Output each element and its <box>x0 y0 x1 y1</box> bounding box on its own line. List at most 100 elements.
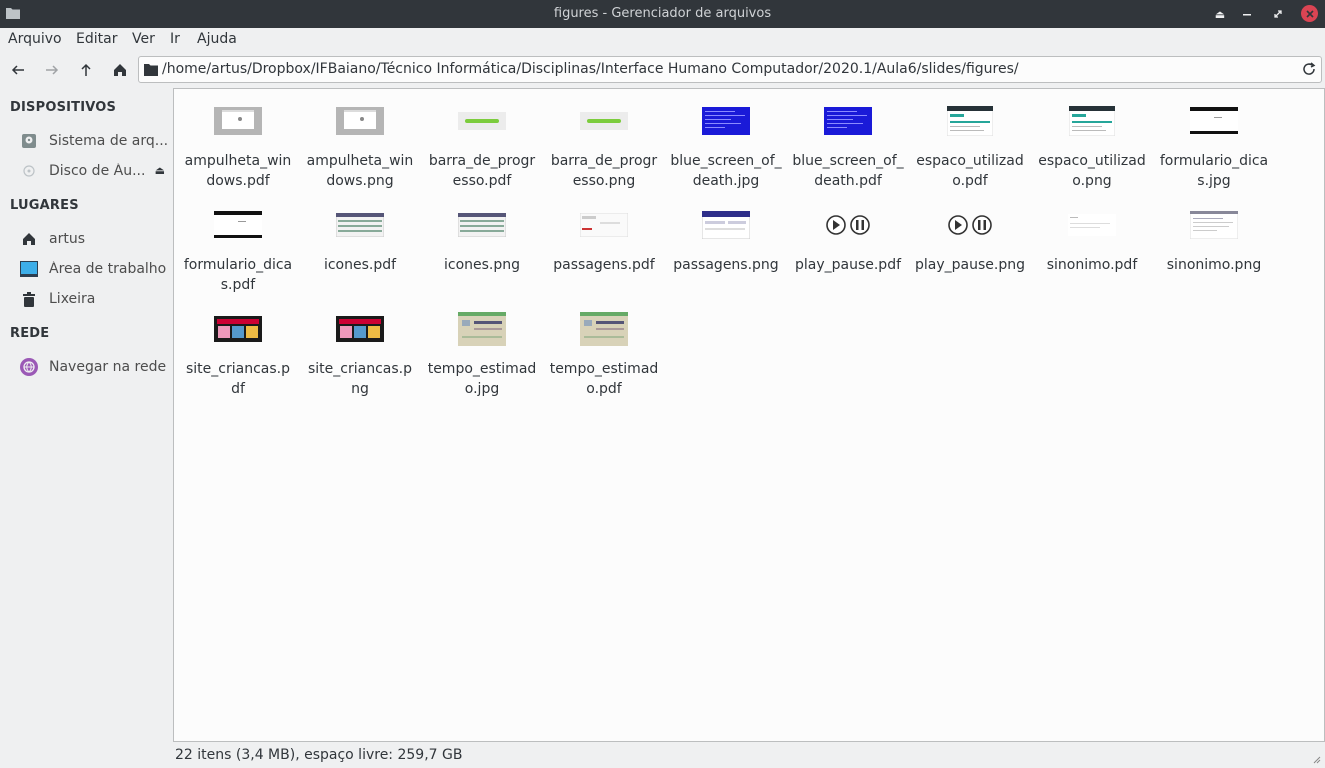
file-thumbnail <box>300 313 420 345</box>
sidebar-item-artus[interactable]: artus <box>20 227 168 251</box>
reload-icon[interactable] <box>1301 61 1317 77</box>
eject-icon[interactable]: ⏏ <box>1211 5 1229 23</box>
sidebar-item-label: Navegar na rede <box>49 359 167 375</box>
folder-icon <box>144 64 158 76</box>
file-name: tempo_estimado.jpg <box>427 361 537 397</box>
file-item[interactable]: blue_screen_of_death.jpg <box>666 89 786 189</box>
file-item[interactable]: sinonimo.pdf <box>1032 193 1152 293</box>
file-item[interactable]: play_pause.png <box>910 193 1030 293</box>
file-name: ampulheta_windows.pdf <box>184 153 292 189</box>
file-thumbnail <box>300 105 420 137</box>
file-item[interactable]: play_pause.pdf <box>788 193 908 293</box>
file-thumbnail <box>666 105 786 137</box>
sidebar: DISPOSITIVOS Sistema de arq... Disco de … <box>0 88 170 742</box>
sidebar-item-disco[interactable]: Disco de Áu... ⏏ <box>20 159 168 183</box>
file-item[interactable]: passagens.pdf <box>544 193 664 293</box>
section-dispositivos: DISPOSITIVOS <box>10 100 117 115</box>
file-name: site_criancas.pdf <box>186 361 290 397</box>
section-rede: REDE <box>10 326 50 341</box>
file-item[interactable]: site_criancas.png <box>300 297 420 397</box>
file-view[interactable]: ampulheta_windows.pdf ampulheta_windows.p… <box>173 88 1325 742</box>
file-name: espaco_utilizado.pdf <box>916 153 1024 189</box>
file-item[interactable]: passagens.png <box>666 193 786 293</box>
file-name: espaco_utilizado.png <box>1038 153 1146 189</box>
file-item[interactable]: blue_screen_of_death.pdf <box>788 89 908 189</box>
file-item[interactable]: ampulheta_windows.pdf <box>178 89 298 189</box>
path-bar[interactable]: /home/artus/Dropbox/IFBaiano/Técnico Inf… <box>138 56 1322 83</box>
file-thumbnail <box>1032 105 1152 137</box>
close-icon[interactable] <box>1301 5 1318 22</box>
section-lugares: LUGARES <box>10 198 79 213</box>
minimize-icon[interactable] <box>1238 5 1256 23</box>
eject-icon[interactable]: ⏏ <box>155 164 165 177</box>
maximize-icon[interactable] <box>1269 5 1287 23</box>
forward-arrow-icon[interactable] <box>42 60 62 80</box>
path-input[interactable]: /home/artus/Dropbox/IFBaiano/Técnico Inf… <box>162 61 1019 77</box>
optical-disc-icon <box>20 162 38 180</box>
file-name: sinonimo.pdf <box>1046 257 1138 273</box>
file-thumbnail <box>422 105 542 137</box>
file-thumbnail <box>300 209 420 241</box>
file-name: tempo_estimado.pdf <box>549 361 659 397</box>
file-thumbnail <box>666 209 786 241</box>
file-name: site_criancas.png <box>308 361 412 397</box>
menu-bar: Arquivo Editar Ver Ir Ajuda <box>0 28 1325 52</box>
title-bar: figures - Gerenciador de arquivos ⏏ <box>0 0 1325 28</box>
menu-ver[interactable]: Ver <box>132 31 155 47</box>
menu-ajuda[interactable]: Ajuda <box>197 31 237 47</box>
file-thumbnail <box>788 209 908 241</box>
sidebar-item-lixeira[interactable]: Lixeira <box>20 287 168 311</box>
file-item[interactable]: icones.png <box>422 193 542 293</box>
file-item[interactable]: tempo_estimado.jpg <box>422 297 542 397</box>
file-name: sinonimo.png <box>1166 257 1262 273</box>
file-item[interactable]: site_criancas.pdf <box>178 297 298 397</box>
file-thumbnail <box>1154 209 1274 241</box>
file-item[interactable]: tempo_estimado.pdf <box>544 297 664 397</box>
file-thumbnail <box>178 209 298 241</box>
file-thumbnail <box>788 105 908 137</box>
sidebar-item-label: Disco de Áu... <box>49 163 146 179</box>
file-thumbnail <box>178 313 298 345</box>
sidebar-item-label: Área de trabalho <box>49 261 167 277</box>
file-thumbnail <box>910 105 1030 137</box>
file-item[interactable]: icones.pdf <box>300 193 420 293</box>
file-item[interactable]: formulario_dicas.pdf <box>178 193 298 293</box>
sidebar-item-label: Sistema de arq... <box>48 133 168 149</box>
back-arrow-icon[interactable] <box>8 60 28 80</box>
file-item[interactable]: espaco_utilizado.pdf <box>910 89 1030 189</box>
file-item[interactable]: sinonimo.png <box>1154 193 1274 293</box>
sidebar-item-filesystem[interactable]: Sistema de arq... <box>20 129 168 153</box>
file-name: icones.png <box>443 257 521 273</box>
file-item[interactable]: barra_de_progresso.pdf <box>422 89 542 189</box>
home-icon[interactable] <box>110 60 130 80</box>
file-item[interactable]: barra_de_progresso.png <box>544 89 664 189</box>
sidebar-item-desktop[interactable]: Área de trabalho <box>20 257 168 281</box>
file-name: formulario_dicas.pdf <box>183 257 293 293</box>
menu-arquivo[interactable]: Arquivo <box>8 31 62 47</box>
trash-icon <box>20 290 38 308</box>
file-thumbnail <box>422 312 542 346</box>
file-name: barra_de_progresso.png <box>550 153 658 189</box>
file-thumbnail <box>544 312 664 346</box>
menu-editar[interactable]: Editar <box>76 31 117 47</box>
sidebar-item-label: Lixeira <box>49 291 96 307</box>
file-thumbnail <box>422 209 542 241</box>
file-name: barra_de_progresso.pdf <box>428 153 536 189</box>
window-title: figures - Gerenciador de arquivos <box>553 6 772 21</box>
sidebar-item-label: artus <box>49 231 85 247</box>
file-thumbnail <box>1032 209 1152 241</box>
file-name: passagens.png <box>673 257 779 273</box>
network-icon <box>20 358 38 376</box>
resize-grip-icon[interactable] <box>1311 754 1321 764</box>
menu-ir[interactable]: Ir <box>170 31 180 47</box>
file-name: play_pause.pdf <box>794 257 902 273</box>
file-name: icones.pdf <box>323 257 397 273</box>
file-item[interactable]: espaco_utilizado.png <box>1032 89 1152 189</box>
harddisk-icon <box>20 132 38 150</box>
sidebar-item-network[interactable]: Navegar na rede <box>20 355 168 379</box>
home-icon <box>20 230 38 248</box>
file-name: formulario_dicas.jpg <box>1159 153 1269 189</box>
file-item[interactable]: formulario_dicas.jpg <box>1154 89 1274 189</box>
file-item[interactable]: ampulheta_windows.png <box>300 89 420 189</box>
up-arrow-icon[interactable] <box>76 60 96 80</box>
